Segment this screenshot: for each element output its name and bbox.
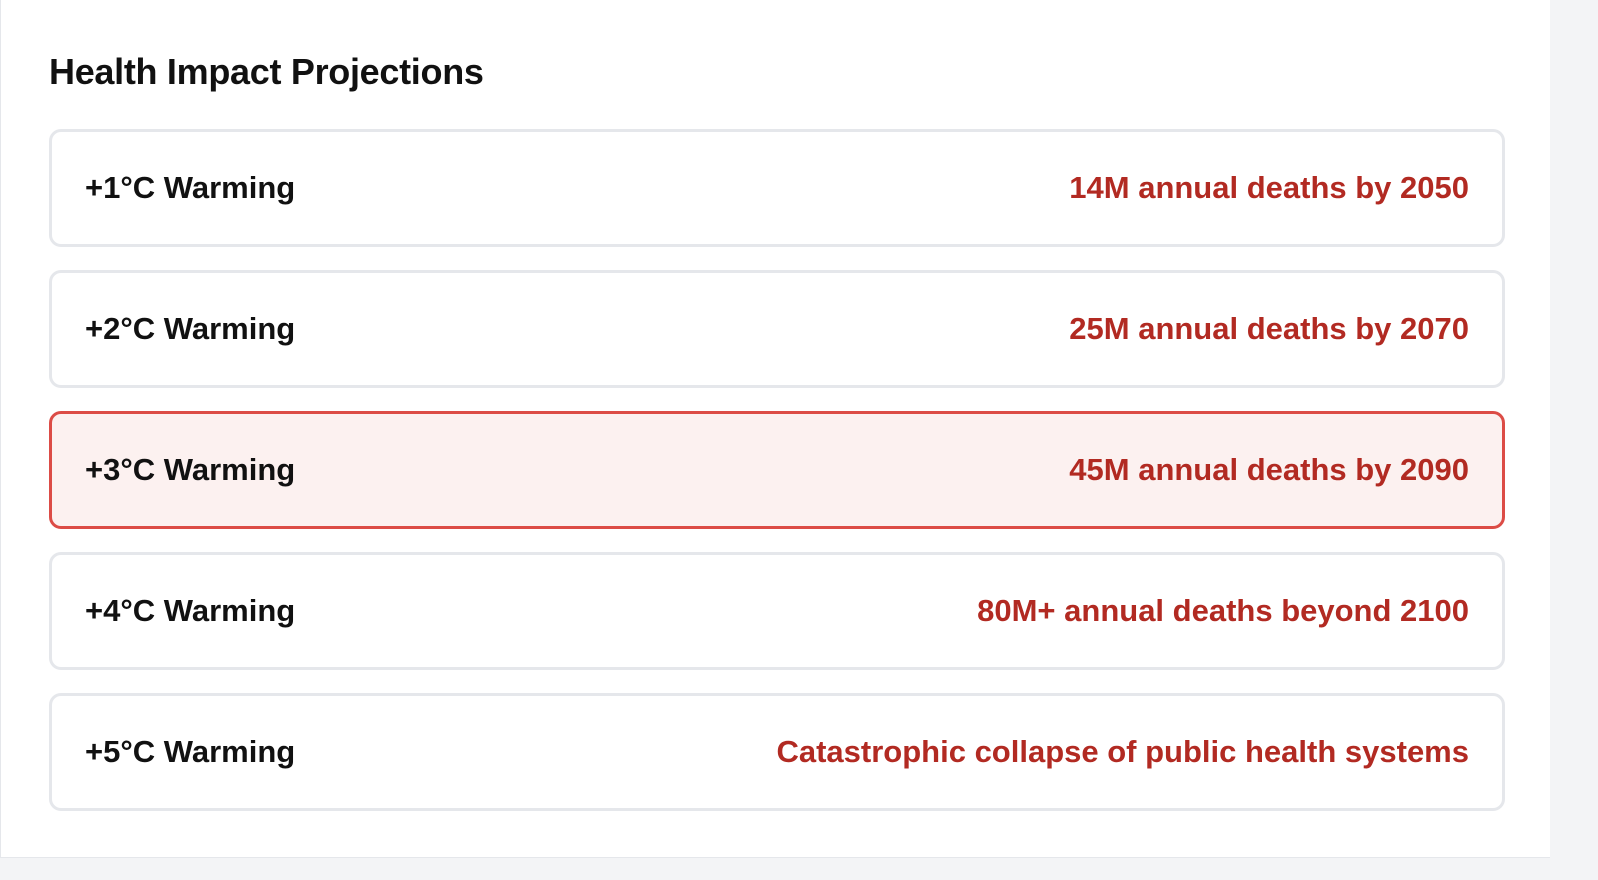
- projection-row-4c: +4°C Warming 80M+ annual deaths beyond 2…: [49, 552, 1505, 670]
- projection-value: Catastrophic collapse of public health s…: [776, 734, 1469, 769]
- projection-label: +2°C Warming: [85, 311, 296, 346]
- health-impact-card: Health Impact Projections +1°C Warming 1…: [0, 0, 1550, 858]
- projection-value: 80M+ annual deaths beyond 2100: [977, 593, 1469, 628]
- projection-row-5c: +5°C Warming Catastrophic collapse of pu…: [49, 693, 1505, 811]
- projection-row-2c: +2°C Warming 25M annual deaths by 2070: [49, 270, 1505, 388]
- projection-row-3c-highlighted: +3°C Warming 45M annual deaths by 2090: [49, 411, 1505, 529]
- projection-row-1c: +1°C Warming 14M annual deaths by 2050: [49, 129, 1505, 247]
- projection-label: +3°C Warming: [85, 452, 296, 487]
- section-title: Health Impact Projections: [49, 51, 484, 92]
- projection-list: +1°C Warming 14M annual deaths by 2050 +…: [49, 129, 1505, 834]
- projection-label: +5°C Warming: [85, 734, 296, 769]
- projection-value: 25M annual deaths by 2070: [1069, 311, 1469, 346]
- projection-label: +4°C Warming: [85, 593, 296, 628]
- projection-value: 14M annual deaths by 2050: [1069, 170, 1469, 205]
- projection-label: +1°C Warming: [85, 170, 296, 205]
- projection-value: 45M annual deaths by 2090: [1069, 452, 1469, 487]
